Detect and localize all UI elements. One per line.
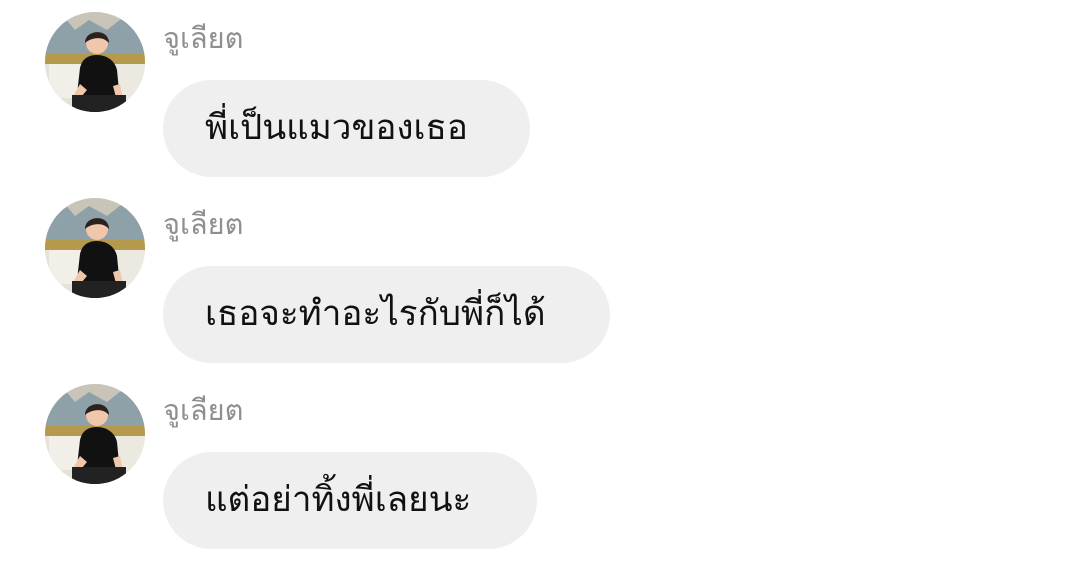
sender-name: จูเลียต [163, 207, 244, 241]
message-group: จูเลียต พี่เป็นแมวของเธอ [0, 0, 1080, 180]
avatar-image [45, 198, 145, 298]
sender-name: จูเลียต [163, 393, 244, 427]
message-bubble[interactable]: พี่เป็นแมวของเธอ [163, 80, 530, 177]
message-bubble[interactable]: แต่อย่าทิ้งพี่เลยนะ [163, 452, 537, 549]
profile-avatar-icon[interactable] [45, 12, 145, 112]
avatar-image [45, 384, 145, 484]
message-group: จูเลียต แต่อย่าทิ้งพี่เลยนะ [0, 372, 1080, 552]
message-bubble[interactable]: เธอจะทำอะไรกับพี่ก็ได้ [163, 266, 610, 363]
message-group: จูเลียต เธอจะทำอะไรกับพี่ก็ได้ [0, 186, 1080, 366]
avatar-image [45, 12, 145, 112]
chat-screen: { "messages": [ { "sender": "จูเลียต", "… [0, 0, 1080, 564]
sender-name: จูเลียต [163, 21, 244, 55]
profile-avatar-icon[interactable] [45, 384, 145, 484]
profile-avatar-icon[interactable] [45, 198, 145, 298]
